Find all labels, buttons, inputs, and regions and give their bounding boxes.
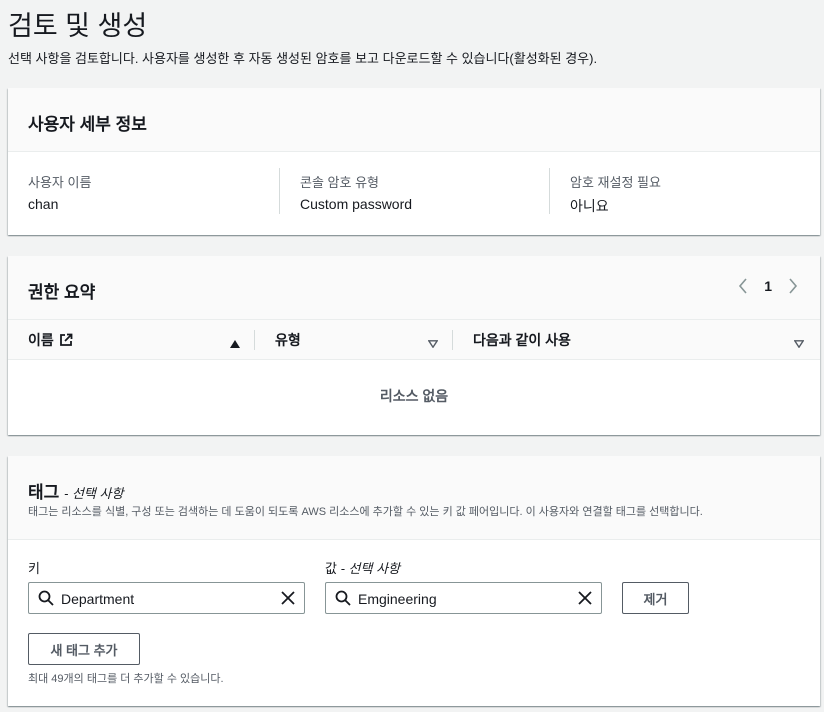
password-reset-field: 암호 재설정 필요 아니요	[549, 168, 799, 214]
user-details-header: 사용자 세부 정보	[8, 88, 820, 152]
column-header-type[interactable]: 유형	[275, 320, 301, 360]
user-details-panel: 사용자 세부 정보 사용자 이름 chan 콘솔 암호 유형 Custom pa…	[8, 88, 820, 235]
username-value: chan	[28, 196, 59, 212]
permissions-table-header: 이름 유형 다음과 같이 사용	[8, 320, 820, 360]
username-label: 사용자 이름	[28, 175, 92, 190]
current-page-number[interactable]: 1	[764, 278, 772, 294]
permissions-summary-header: 권한 요약 1	[8, 256, 820, 320]
column-name-label: 이름	[28, 332, 54, 348]
external-link-icon	[59, 333, 73, 347]
search-icon	[335, 590, 351, 611]
password-reset-value: 아니요	[570, 198, 609, 214]
clear-icon[interactable]	[576, 589, 594, 612]
user-details-fields: 사용자 이름 chan 콘솔 암호 유형 Custom password 암호 …	[8, 168, 820, 218]
column-type-label: 유형	[275, 332, 301, 348]
column-divider	[254, 330, 255, 350]
column-header-used-as[interactable]: 다음과 같이 사용	[473, 320, 571, 360]
next-page-icon[interactable]	[786, 276, 800, 296]
tags-header: 태그 - 선택 사항 태그는 리소스를 식별, 구성 또는 검색하는 데 도움이…	[8, 456, 820, 540]
remove-tag-button[interactable]: 제거	[622, 582, 689, 614]
value-label-text: 값	[325, 561, 337, 576]
pagination: 1	[736, 276, 800, 296]
empty-state-text: 리소스 없음	[379, 388, 449, 404]
previous-page-icon[interactable]	[736, 276, 750, 296]
tags-panel: 태그 - 선택 사항 태그는 리소스를 식별, 구성 또는 검색하는 데 도움이…	[8, 456, 820, 706]
sort-icon[interactable]	[427, 335, 439, 353]
tag-key-value: Department	[61, 591, 135, 607]
console-password-type-field: 콘솔 암호 유형 Custom password	[279, 168, 549, 214]
value-label: 값 - 선택 사항	[325, 558, 400, 577]
column-used-as-label: 다음과 같이 사용	[473, 332, 571, 348]
console-password-type-label: 콘솔 암호 유형	[300, 175, 379, 190]
password-reset-label: 암호 재설정 필요	[570, 175, 661, 190]
permissions-summary-panel: 권한 요약 1 이름 유형 다음과 같이 사용 리소스 없음	[8, 256, 820, 435]
search-icon	[38, 590, 54, 611]
permissions-summary-title: 권한 요약	[28, 283, 96, 302]
page-title: 검토 및 생성	[8, 11, 148, 41]
user-details-title: 사용자 세부 정보	[28, 115, 147, 134]
key-label: 키	[28, 561, 40, 576]
tags-title-text: 태그	[28, 483, 60, 502]
clear-icon[interactable]	[279, 589, 297, 612]
tag-value-input[interactable]: Emgineering	[325, 582, 602, 614]
sort-icon[interactable]	[793, 335, 805, 353]
tags-title: 태그 - 선택 사항	[28, 478, 123, 503]
console-password-type-value: Custom password	[300, 196, 413, 212]
add-tag-button[interactable]: 새 태그 추가	[28, 633, 140, 665]
tag-value-value: Emgineering	[358, 591, 437, 607]
tags-optional-label: - 선택 사항	[64, 486, 124, 501]
page-description: 선택 사항을 검토합니다. 사용자를 생성한 후 자동 생성된 암호를 보고 다…	[8, 51, 598, 66]
value-optional-label: - 선택 사항	[340, 561, 400, 576]
column-divider	[452, 330, 453, 350]
column-header-name[interactable]: 이름	[28, 320, 73, 360]
sorted-ascending-icon[interactable]	[230, 335, 240, 353]
tag-key-input[interactable]: Department	[28, 582, 305, 614]
tags-limit-hint: 최대 49개의 태그를 더 추가할 수 있습니다.	[28, 673, 224, 685]
username-field: 사용자 이름 chan	[28, 168, 278, 214]
tags-description: 태그는 리소스를 식별, 구성 또는 검색하는 데 도움이 되도록 AWS 리소…	[28, 506, 703, 518]
